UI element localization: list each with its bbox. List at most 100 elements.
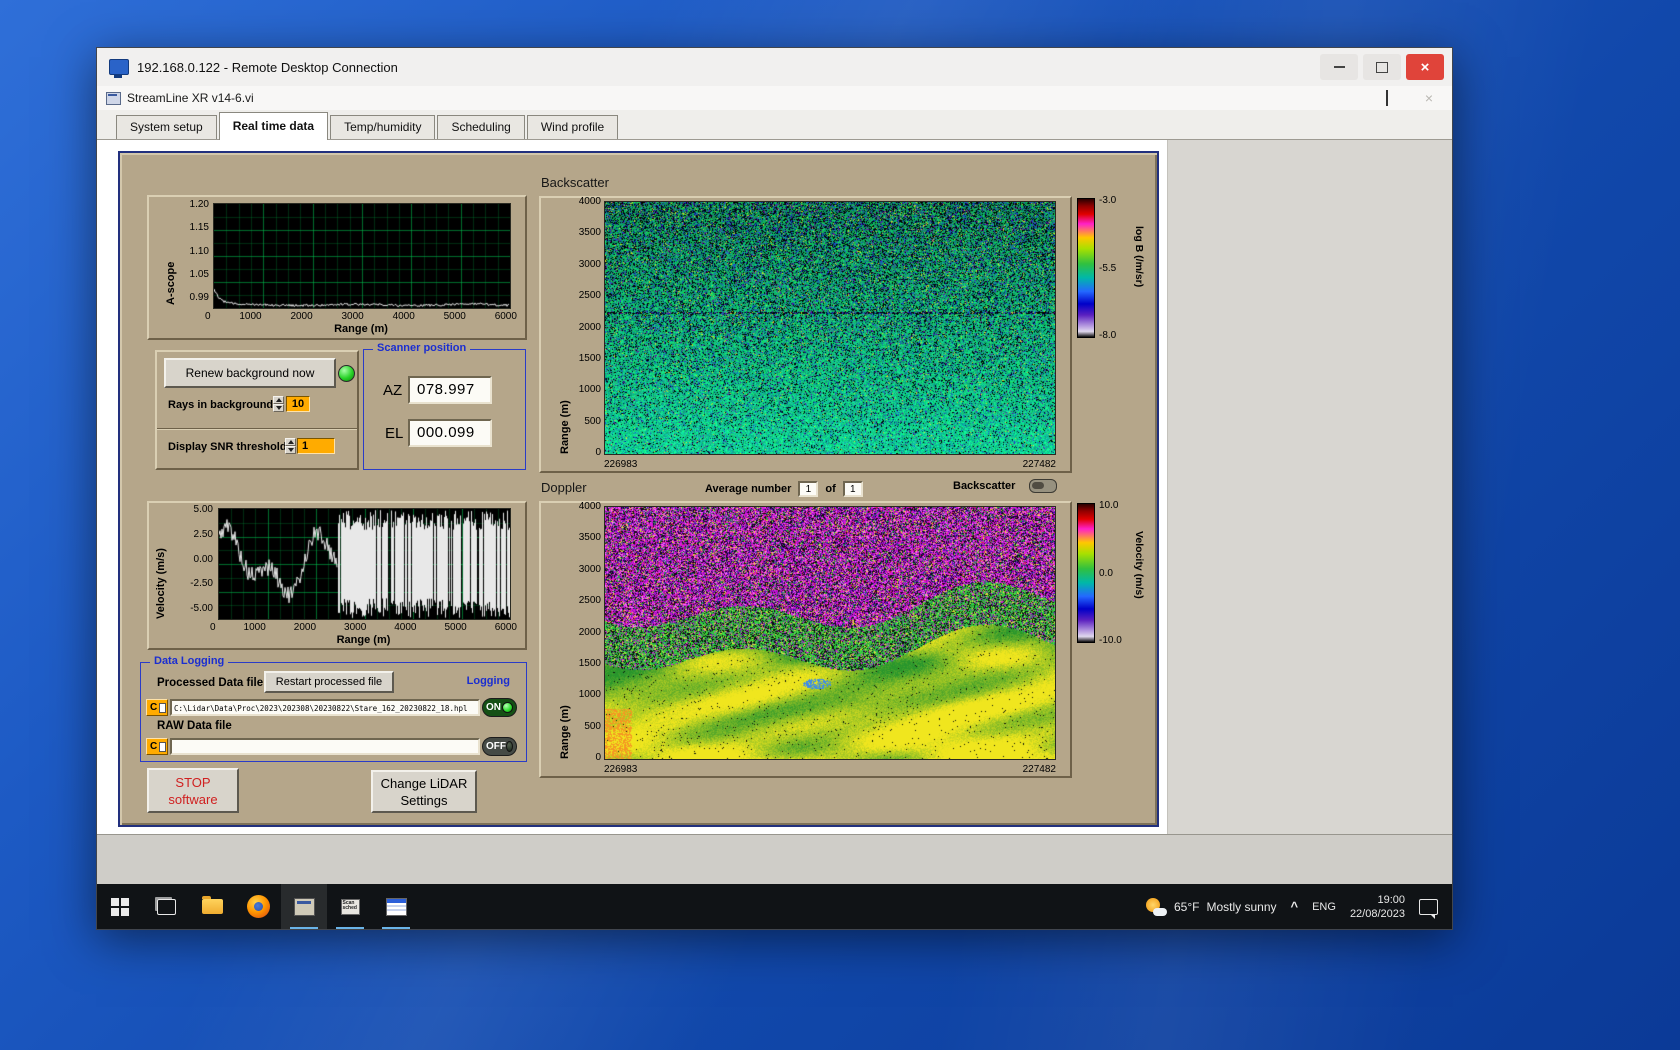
backscatter-y-ticks: 4000 3500 3000 2500 2000 1500 1000 500 0 (578, 196, 601, 458)
processed-logging-toggle[interactable]: ON (482, 698, 517, 717)
average-number-row: Average number 1 of 1 (705, 481, 863, 497)
stop-software-button[interactable]: STOP software (147, 768, 239, 813)
backscatter-plot-group: Range (m) 4000 3500 3000 2500 2000 1500 … (539, 196, 1072, 473)
clock[interactable]: 19:00 22/08/2023 (1350, 893, 1405, 921)
app-caption-buttons: × (1338, 90, 1452, 106)
data-viewer-icon (385, 897, 407, 916)
logging-label: Logging (462, 675, 514, 687)
ascope-x-axis-label: Range (m) (334, 323, 388, 335)
raw-logging-toggle[interactable]: OFF (482, 737, 517, 756)
ascope-x-ticks: 0 1000 2000 3000 4000 5000 6000 (205, 311, 517, 322)
tab-bar: System setup Real time data Temp/humidit… (97, 110, 1452, 140)
snr-increment-button[interactable] (285, 438, 296, 446)
rdp-minimize-button[interactable] (1320, 54, 1358, 80)
scan-scheduler-button[interactable]: Scan sched (327, 884, 373, 929)
scanner-position-title: Scanner position (373, 342, 471, 354)
streamline-app-button[interactable] (281, 884, 327, 929)
snr-value-field[interactable]: 1 (297, 438, 335, 454)
backscatter-colorbar-ticks: -3.0 -5.5 -8.0 (1099, 195, 1117, 341)
velocity-plot-group: Velocity (m/s) 5.00 2.50 0.00 -2.50 -5.0… (147, 501, 527, 650)
backscatter-x-ticks: 226983 227482 (604, 459, 1056, 470)
tab-real-time-data[interactable]: Real time data (218, 112, 329, 140)
firefox-button[interactable] (235, 884, 281, 929)
windows-logo-icon (111, 897, 129, 916)
weather-widget[interactable]: 65°F Mostly sunny (1145, 897, 1277, 917)
renew-background-button[interactable]: Renew background now (164, 358, 336, 388)
doppler-y-ticks: 4000 3500 3000 2500 2000 1500 1000 500 0 (578, 501, 601, 763)
backscatter-heatmap-canvas (604, 201, 1056, 455)
backscatter-toggle-label: Backscatter (953, 480, 1016, 492)
doppler-heatmap-canvas (604, 506, 1056, 760)
data-logging-group: Data Logging Processed Data file Restart… (140, 655, 527, 762)
weather-desc: Mostly sunny (1206, 899, 1277, 914)
file-icon (159, 702, 167, 713)
snr-decrement-button[interactable] (285, 446, 296, 454)
rdp-maximize-button[interactable] (1363, 54, 1401, 80)
raw-path-field[interactable] (170, 738, 480, 755)
front-panel: A-scope 1.20 1.15 1.10 1.05 0.99 0 1000 (97, 140, 1168, 834)
az-value: 078.997 (408, 376, 492, 404)
file-icon (159, 741, 167, 752)
tab-system-setup[interactable]: System setup (116, 115, 217, 139)
rays-spinner[interactable] (273, 396, 284, 412)
average-of-field: 1 (842, 481, 863, 497)
vi-icon (106, 91, 121, 105)
background-controls-group: Renew background now Rays in background … (155, 350, 359, 470)
velocity-y-ticks: 5.00 2.50 0.00 -2.50 -5.00 (190, 504, 213, 614)
app-close-button[interactable]: × (1422, 90, 1436, 106)
doppler-title: Doppler (541, 480, 587, 495)
backscatter-colorbar: -3.0 -5.5 -8.0 log B (/m/sr) (1077, 195, 1145, 341)
start-button[interactable] (97, 884, 143, 929)
clock-time: 19:00 (1377, 893, 1405, 906)
snr-threshold-label: Display SNR threshold (168, 441, 287, 453)
controls-divider (157, 428, 357, 430)
processed-data-file-label: Processed Data file (157, 677, 264, 689)
rays-decrement-button[interactable] (273, 404, 284, 412)
weather-temp: 65°F (1173, 899, 1200, 914)
task-view-button[interactable] (143, 884, 189, 929)
rays-increment-button[interactable] (273, 396, 284, 404)
weather-icon (1145, 897, 1167, 917)
clock-date: 22/08/2023 (1349, 907, 1405, 920)
tab-temp-humidity[interactable]: Temp/humidity (330, 115, 436, 139)
doppler-y-axis-label: Range (m) (559, 705, 571, 759)
backscatter-title: Backscatter (541, 175, 609, 190)
processed-path-field[interactable]: C:\Lidar\Data\Proc\2023\202308\20230822\… (170, 699, 480, 716)
language-indicator[interactable]: ENG (1312, 901, 1336, 913)
backscatter-toggle-switch[interactable] (1029, 479, 1058, 493)
taskbar-tray: 65°F Mostly sunny ^ ENG 19:00 22/08/2023 (1145, 893, 1452, 921)
change-lidar-settings-button[interactable]: Change LiDAR Settings (371, 770, 477, 813)
action-center-icon[interactable] (1419, 898, 1438, 919)
velocity-y-axis-label: Velocity (m/s) (155, 548, 167, 619)
app-restore-button[interactable] (1380, 90, 1394, 106)
rays-value-field[interactable]: 10 (286, 396, 310, 412)
firefox-icon (246, 895, 270, 918)
data-viewer-button[interactable] (373, 884, 419, 929)
file-explorer-button[interactable] (189, 884, 235, 929)
task-view-icon (156, 898, 176, 915)
tab-scheduling[interactable]: Scheduling (437, 115, 525, 139)
backscatter-colorbar-label: log B (/m/sr) (1133, 226, 1145, 288)
doppler-colorbar-gradient (1077, 503, 1095, 643)
average-number-field[interactable]: 1 (798, 481, 819, 497)
taskbar: Scan sched 65°F Mostly sunny ^ ENG 19:00… (97, 884, 1452, 929)
app-titlebar[interactable]: StreamLine XR v14-6.vi × (97, 86, 1452, 111)
rdp-close-button[interactable]: × (1406, 54, 1444, 80)
rdp-icon (109, 59, 129, 78)
raw-drive-button[interactable]: C (146, 738, 168, 755)
ascope-plot-canvas (213, 203, 511, 309)
rdp-title: 192.168.0.122 - Remote Desktop Connectio… (137, 59, 398, 75)
restart-processed-file-button[interactable]: Restart processed file (264, 671, 394, 693)
tab-wind-profile[interactable]: Wind profile (526, 115, 619, 139)
tray-expand-chevron[interactable]: ^ (1291, 899, 1299, 914)
average-number-label: Average number (705, 483, 792, 495)
backscatter-colorbar-gradient (1077, 198, 1095, 338)
backscatter-y-axis-label: Range (m) (559, 400, 571, 454)
snr-spinner[interactable] (285, 438, 296, 454)
el-label: EL (385, 425, 404, 442)
main-panel: A-scope 1.20 1.15 1.10 1.05 0.99 0 1000 (118, 151, 1159, 827)
data-logging-title: Data Logging (150, 655, 229, 667)
processed-drive-button[interactable]: C (146, 699, 168, 716)
rdp-titlebar[interactable]: 192.168.0.122 - Remote Desktop Connectio… (97, 48, 1452, 87)
doppler-colorbar-ticks: 10.0 0.0 -10.0 (1099, 500, 1122, 646)
